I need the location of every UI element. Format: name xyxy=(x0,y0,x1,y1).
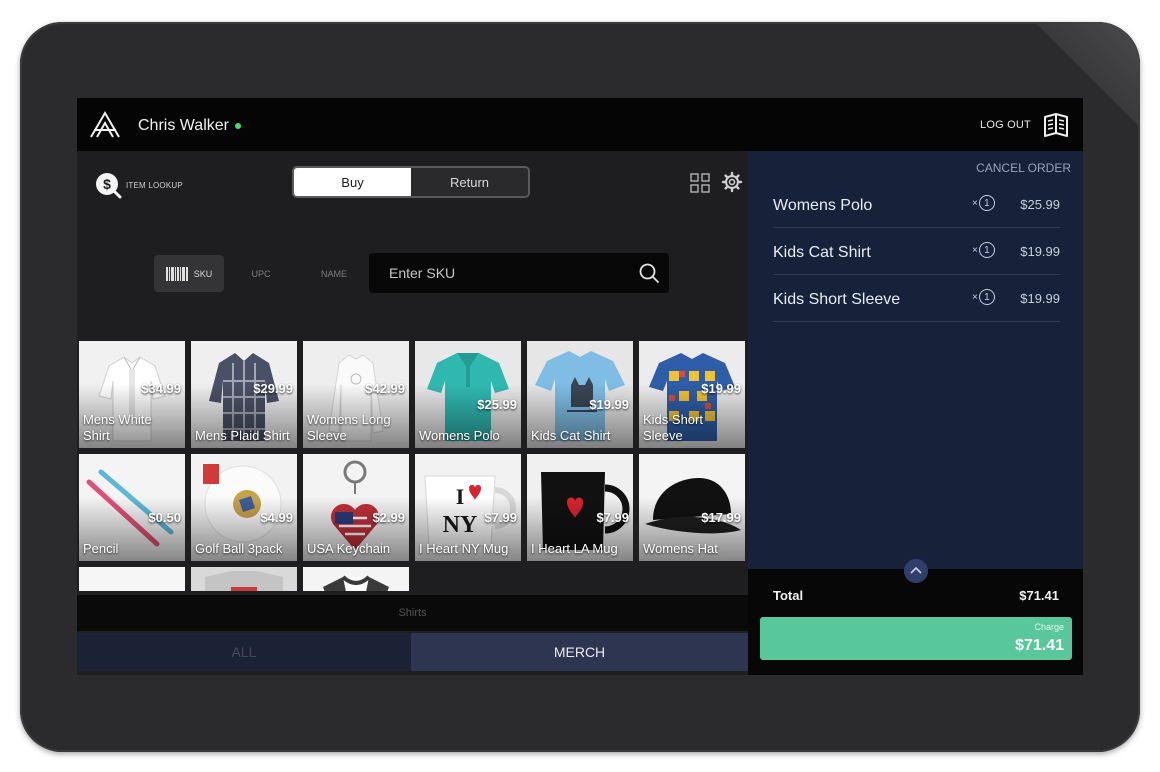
transaction-mode-toggle: Buy Return xyxy=(292,166,530,198)
order-item-price: $19.99 xyxy=(1020,244,1060,259)
barcode-icon xyxy=(165,266,188,281)
product-tile[interactable]: $17.99 Womens Hat xyxy=(639,454,745,561)
product-price: $2.99 xyxy=(372,510,405,525)
product-price: $34.99 xyxy=(141,381,181,396)
product-tile[interactable]: $0.50 Pencil xyxy=(79,454,185,561)
product-name: I Heart NY Mug xyxy=(419,541,509,556)
product-tile[interactable]: $25.99 Womens Polo xyxy=(415,341,521,448)
charge-amount: $71.41 xyxy=(1015,637,1064,654)
product-name: I Heart LA Mug xyxy=(531,541,618,556)
order-item-price: $19.99 xyxy=(1020,291,1060,306)
quantity-badge: 1 xyxy=(978,195,995,211)
product-tile[interactable]: $42.99 Womens Long Sleeve xyxy=(303,341,409,448)
product-tile[interactable]: I NY$7.99I Heart NY Mug xyxy=(415,454,521,561)
order-item-quantity[interactable]: × 1 xyxy=(972,195,995,211)
chevron-up-icon[interactable] xyxy=(904,559,928,583)
search-icon[interactable] xyxy=(639,263,659,283)
order-item-name: Kids Short Sleeve xyxy=(773,291,901,308)
product-price: $7.99 xyxy=(596,510,629,525)
product-price: $19.99 xyxy=(589,397,629,412)
product-tile[interactable]: $34.99 Mens White Shirt xyxy=(79,341,185,448)
product-tile[interactable]: $7.99 I Heart LA Mug xyxy=(527,454,633,561)
sku-search-field xyxy=(369,253,669,293)
return-button[interactable]: Return xyxy=(411,168,528,196)
product-image xyxy=(303,567,409,591)
product-name: Mens White Shirt xyxy=(83,412,152,443)
item-lookup-label: ITEM LOOKUP xyxy=(126,180,183,190)
total-value: $71.41 xyxy=(1019,588,1059,603)
logout-button[interactable]: LOG OUT xyxy=(980,119,1031,131)
order-item-name: Kids Cat Shirt xyxy=(773,244,871,261)
product-grid: $34.99 Mens White Shirt $29.99 Mens Plaid … xyxy=(79,341,748,591)
product-price: $19.99 xyxy=(701,381,741,396)
order-item[interactable]: Kids Cat Shirt × 1 $19.99 xyxy=(773,228,1060,275)
product-name: Womens Long Sleeve xyxy=(307,412,391,443)
category-strip: Shirts xyxy=(77,595,748,631)
search-mode-upc[interactable]: UPC xyxy=(237,255,285,292)
product-name: Womens Polo xyxy=(419,428,500,443)
quantity-badge: 1 xyxy=(978,242,995,258)
quantity-multiplier: × xyxy=(972,244,978,256)
quantity-badge: 1 xyxy=(978,289,995,305)
order-item[interactable]: Womens Polo × 1 $25.99 xyxy=(773,181,1060,228)
charge-label: Charge xyxy=(1034,622,1064,632)
product-price: $7.99 xyxy=(484,510,517,525)
order-item-quantity[interactable]: × 1 xyxy=(972,242,995,258)
product-price: $29.99 xyxy=(253,381,293,396)
gear-icon[interactable] xyxy=(721,171,743,193)
order-item-price: $25.99 xyxy=(1020,197,1060,212)
product-name: Golf Ball 3pack xyxy=(195,541,283,556)
grid-view-icon[interactable] xyxy=(690,173,710,193)
order-footer: Total $71.41 Charge $71.41 xyxy=(748,569,1083,675)
quantity-multiplier: × xyxy=(972,197,978,209)
quantity-multiplier: × xyxy=(972,291,978,303)
order-item-quantity[interactable]: × 1 xyxy=(972,289,995,305)
user-name: Chris Walker xyxy=(138,117,229,134)
product-tile[interactable] xyxy=(303,567,409,591)
product-image xyxy=(191,567,297,591)
tab-all[interactable]: ALL xyxy=(77,633,411,671)
product-tile[interactable]: $29.99 Mens Plaid Shirt xyxy=(191,341,297,448)
cancel-order-button[interactable]: CANCEL ORDER xyxy=(976,161,1071,175)
product-tile[interactable]: $2.99 USA Keychain xyxy=(303,454,409,561)
top-bar: Chris Walker LOG OUT xyxy=(77,98,1083,151)
tab-merch[interactable]: MERCH xyxy=(411,633,748,671)
dollar-search-icon: $ xyxy=(96,173,122,199)
catalog-book-icon[interactable] xyxy=(1042,111,1070,139)
product-name: USA Keychain xyxy=(307,541,391,556)
order-item-name: Womens Polo xyxy=(773,197,873,214)
product-name: Kids Cat Shirt xyxy=(531,428,611,443)
product-price: $42.99 xyxy=(365,381,405,396)
product-tile[interactable]: $4.99 Golf Ball 3pack xyxy=(191,454,297,561)
category-label: Shirts xyxy=(398,607,427,619)
search-mode-name[interactable]: NAME xyxy=(310,255,358,292)
product-price: $17.99 xyxy=(701,510,741,525)
product-tile[interactable] xyxy=(191,567,297,591)
catalog-panel: $ ITEM LOOKUP Buy Return SKU UPC NAME En… xyxy=(77,151,748,675)
product-tile[interactable] xyxy=(79,567,185,591)
product-price: $4.99 xyxy=(260,510,293,525)
product-tile[interactable]: $19.99 Kids Short Sleeve xyxy=(639,341,745,448)
product-price: $0.50 xyxy=(148,510,181,525)
total-label: Total xyxy=(773,588,804,603)
search-mode-sku-label: SKU xyxy=(193,268,213,279)
order-item[interactable]: Kids Short Sleeve × 1 $19.99 xyxy=(773,275,1060,322)
product-name: Pencil xyxy=(83,541,119,556)
pos-screen: Chris Walker LOG OUT $ ITEM LOOKUP Buy R… xyxy=(77,98,1083,675)
sku-input[interactable] xyxy=(369,253,629,293)
svg-text:$: $ xyxy=(103,176,111,192)
charge-button[interactable]: Charge $71.41 xyxy=(760,617,1072,660)
buy-button[interactable]: Buy xyxy=(294,168,411,196)
product-image xyxy=(79,567,185,591)
app-logo-icon xyxy=(90,111,120,138)
order-panel: CANCEL ORDER Womens Polo × 1 $25.99 Kids … xyxy=(748,151,1083,675)
product-name: Womens Hat xyxy=(643,541,718,556)
online-status-dot xyxy=(235,123,241,129)
item-lookup-button[interactable]: $ ITEM LOOKUP xyxy=(94,171,183,199)
search-mode-sku[interactable]: SKU xyxy=(154,255,224,292)
product-name: Kids Short Sleeve xyxy=(643,412,703,443)
product-tile[interactable]: $19.99 Kids Cat Shirt xyxy=(527,341,633,448)
product-price: $25.99 xyxy=(477,397,517,412)
product-name: Mens Plaid Shirt xyxy=(195,428,290,443)
